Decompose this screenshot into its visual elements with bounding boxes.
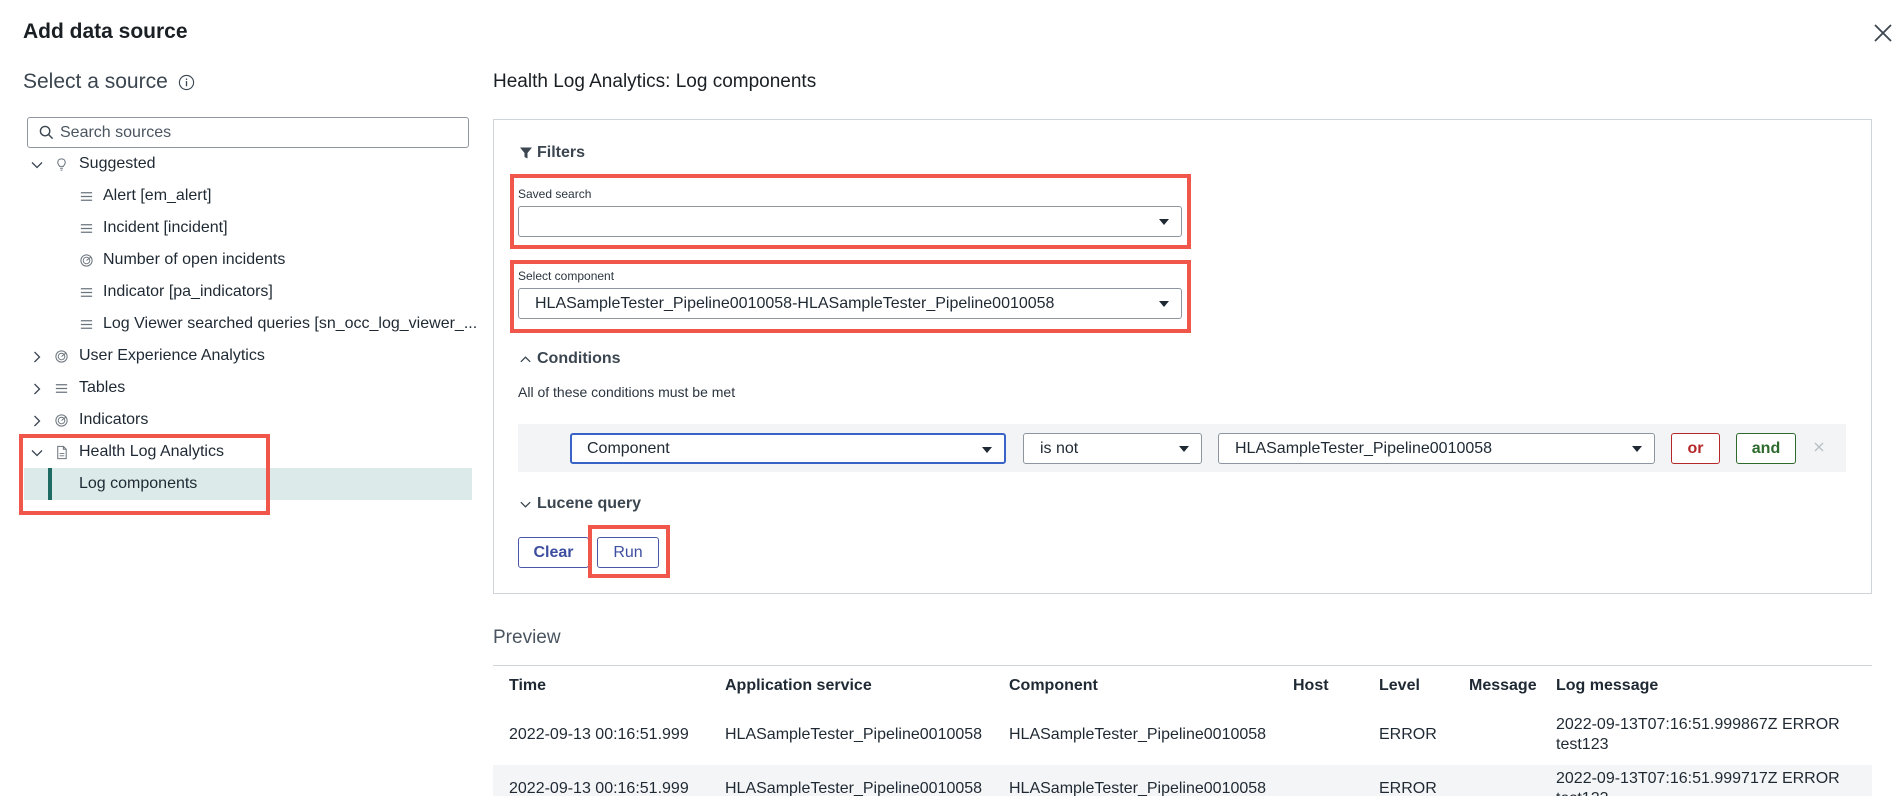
column-header-log-message[interactable]: Log message <box>1556 677 1658 695</box>
chevron-right-icon[interactable] <box>30 350 44 364</box>
cell-level: ERROR <box>1379 726 1437 743</box>
table-row[interactable]: 2022-09-13 00:16:51.999 HLASampleTester_… <box>493 765 1872 796</box>
condition-operator-select[interactable]: is not <box>1023 433 1202 464</box>
tree-item-open-incidents[interactable]: Number of open incidents <box>24 244 472 276</box>
tree-item-indicator[interactable]: Indicator [pa_indicators] <box>24 276 472 308</box>
select-source-title: Select a source <box>23 70 168 93</box>
column-header-application-service[interactable]: Application service <box>725 677 872 695</box>
or-button[interactable]: or <box>1671 433 1720 464</box>
condition-value-text: HLASampleTester_Pipeline0010058 <box>1235 439 1493 457</box>
filters-text: Filters <box>537 144 586 161</box>
tree-item-user-experience-analytics[interactable]: User Experience Analytics <box>24 340 472 372</box>
close-icon[interactable] <box>1872 22 1894 44</box>
column-header-time[interactable]: Time <box>509 677 546 695</box>
conditions-text: Conditions <box>537 350 621 367</box>
highlight-box <box>510 260 1191 333</box>
condition-operator-value: is not <box>1040 439 1079 457</box>
tree-item-label: Number of open incidents <box>103 251 286 268</box>
list-icon <box>80 288 93 297</box>
chevron-down-icon <box>520 501 531 508</box>
indicator-icon <box>55 414 68 427</box>
cell-application-service: HLASampleTester_Pipeline0010058 <box>725 726 983 743</box>
table-row[interactable]: 2022-09-13 00:16:51.999 HLASampleTester_… <box>493 710 1872 765</box>
cell-log-message: 2022-09-13T07:16:51.999867Z ERROR test12… <box>1556 716 1840 753</box>
search-sources-input[interactable] <box>60 123 460 142</box>
cell-level: ERROR <box>1379 780 1437 796</box>
tree-item-label: Suggested <box>79 155 156 172</box>
caret-down-icon <box>982 447 992 453</box>
column-header-level[interactable]: Level <box>1379 677 1420 695</box>
filters-label: Filters <box>519 144 585 162</box>
lightbulb-icon <box>57 158 66 171</box>
conditions-toggle[interactable]: Conditions <box>519 350 621 368</box>
lucene-query-text: Lucene query <box>537 495 642 512</box>
tree-item-label: Alert [em_alert] <box>103 187 212 204</box>
cell-component: HLASampleTester_Pipeline0010058 <box>1009 780 1267 796</box>
indicator-icon <box>55 350 68 363</box>
column-header-message[interactable]: Message <box>1469 677 1537 695</box>
caret-down-icon <box>1632 446 1642 452</box>
cell-log-message: 2022-09-13T07:16:51.999717Z ERROR test12… <box>1556 770 1840 796</box>
tree-item-label: Tables <box>79 379 126 396</box>
indicator-icon <box>80 254 93 267</box>
list-icon <box>55 384 68 393</box>
page-title: Health Log Analytics: Log components <box>493 71 817 92</box>
highlight-box <box>588 525 670 578</box>
list-icon <box>80 320 93 329</box>
search-sources-field[interactable] <box>27 117 469 148</box>
search-icon <box>39 125 54 140</box>
chevron-down-icon[interactable] <box>30 158 44 172</box>
chevron-right-icon[interactable] <box>30 414 44 428</box>
cell-time: 2022-09-13 00:16:51.999 <box>509 780 689 796</box>
tree-item-label: Indicator [pa_indicators] <box>103 283 273 300</box>
condition-field-select[interactable]: Component <box>570 433 1006 464</box>
tree-item-label: Log Viewer searched queries [sn_occ_log_… <box>103 315 478 332</box>
dialog-title: Add data source <box>23 20 188 43</box>
tree-item-suggested[interactable]: Suggested <box>24 148 472 180</box>
conditions-description: All of these conditions must be met <box>518 384 736 400</box>
lucene-query-toggle[interactable]: Lucene query <box>519 495 641 513</box>
highlight-box <box>19 434 270 515</box>
tree-item-label: Indicators <box>79 411 149 428</box>
preview-table: Time Application service Component Host … <box>493 665 1872 796</box>
highlight-box <box>510 174 1191 249</box>
remove-condition-icon[interactable] <box>1812 440 1826 454</box>
list-icon <box>80 224 93 233</box>
tree-item-label: Incident [incident] <box>103 219 228 236</box>
caret-down-icon <box>1179 446 1189 452</box>
tree-item-label: User Experience Analytics <box>79 347 265 364</box>
table-header: Time Application service Component Host … <box>493 666 1872 710</box>
cell-application-service: HLASampleTester_Pipeline0010058 <box>725 780 983 796</box>
clear-button[interactable]: Clear <box>518 537 589 568</box>
condition-field-value: Component <box>587 439 670 457</box>
preview-heading: Preview <box>493 627 561 648</box>
tree-item-incident[interactable]: Incident [incident] <box>24 212 472 244</box>
chevron-right-icon[interactable] <box>30 382 44 396</box>
tree-item-indicators[interactable]: Indicators <box>24 404 472 436</box>
filter-icon <box>520 147 532 159</box>
list-icon <box>80 192 93 201</box>
tree-item-alert[interactable]: Alert [em_alert] <box>24 180 472 212</box>
column-header-host[interactable]: Host <box>1293 677 1329 695</box>
cell-component: HLASampleTester_Pipeline0010058 <box>1009 726 1267 743</box>
select-source-heading: Select a source <box>23 70 195 94</box>
cell-time: 2022-09-13 00:16:51.999 <box>509 726 689 743</box>
condition-value-select[interactable]: HLASampleTester_Pipeline0010058 <box>1218 433 1655 464</box>
info-icon[interactable] <box>178 74 195 91</box>
chevron-up-icon <box>520 355 531 362</box>
column-header-component[interactable]: Component <box>1009 677 1098 695</box>
and-button[interactable]: and <box>1736 433 1796 464</box>
tree-item-tables[interactable]: Tables <box>24 372 472 404</box>
tree-item-log-viewer-queries[interactable]: Log Viewer searched queries [sn_occ_log_… <box>24 308 477 340</box>
